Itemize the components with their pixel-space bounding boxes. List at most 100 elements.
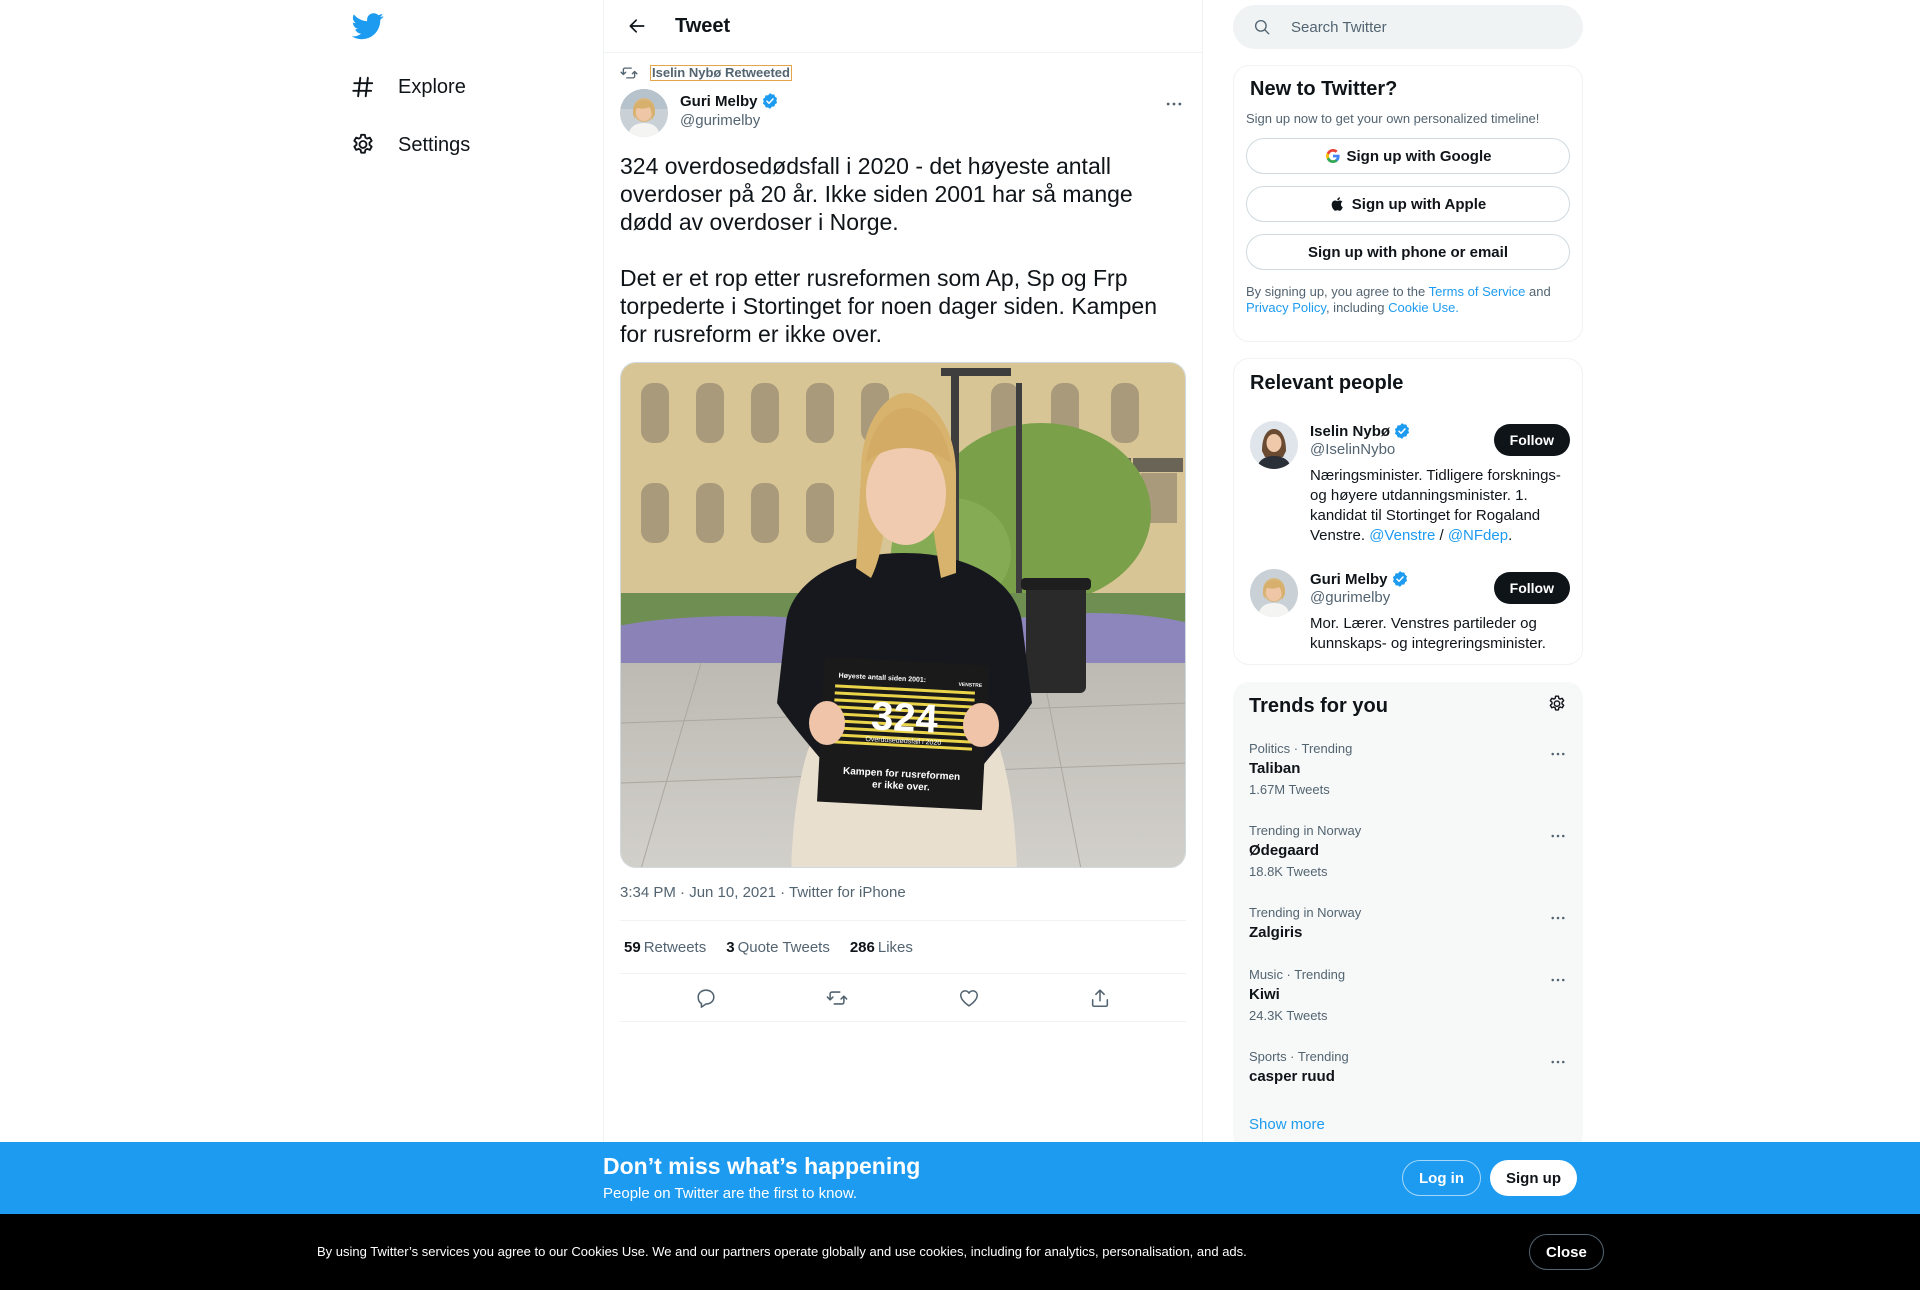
tweet-timestamp[interactable]: 3:34 PM · Jun 10, 2021 · Twitter for iPh… bbox=[620, 884, 906, 901]
terms-link[interactable]: Terms of Service bbox=[1429, 284, 1526, 299]
author-text: Guri Melby @gurimelby bbox=[680, 92, 779, 137]
back-button[interactable] bbox=[620, 9, 654, 43]
tweet-more-button[interactable] bbox=[1162, 92, 1186, 116]
more-dots-icon bbox=[1551, 916, 1565, 920]
nav-settings[interactable]: Settings bbox=[350, 125, 470, 165]
person-name[interactable]: Guri Melby bbox=[1310, 571, 1388, 588]
share-button[interactable] bbox=[1082, 980, 1118, 1016]
cookie-banner-text: By using Twitter’s services you agree to… bbox=[317, 1244, 1247, 1259]
trend-count: 1.67M Tweets bbox=[1249, 782, 1330, 797]
tweet-text: 324 overdosedødsfall i 2020 - det høyest… bbox=[620, 153, 1158, 347]
person-bio: Mor. Lærer. Venstres partileder og kunns… bbox=[1310, 615, 1546, 652]
person-card[interactable]: Iselin Nybø @IselinNybo Næringsminister.… bbox=[1250, 421, 1570, 551]
avatar[interactable] bbox=[1250, 421, 1298, 469]
quotes-count: 3 bbox=[726, 938, 735, 956]
privacy-link[interactable]: Privacy Policy bbox=[1246, 300, 1326, 315]
apple-icon bbox=[1331, 197, 1343, 211]
trend-category: Politics · Trending bbox=[1249, 741, 1353, 756]
likes-stat[interactable]: 286 Likes bbox=[850, 939, 913, 956]
trend-more-button[interactable] bbox=[1547, 1051, 1569, 1073]
tweet-author: Guri Melby @gurimelby bbox=[620, 89, 779, 137]
legal-text-2: and bbox=[1525, 284, 1551, 299]
more-dots-icon bbox=[1166, 102, 1182, 106]
trends-card: Trends for you Politics · Trending Talib… bbox=[1233, 682, 1583, 1152]
trend-category: Music · Trending bbox=[1249, 967, 1346, 982]
trend-name: casper ruud bbox=[1249, 1068, 1335, 1085]
nav-explore[interactable]: Explore bbox=[350, 67, 466, 107]
likes-count: 286 bbox=[849, 938, 875, 956]
signup-apple-label: Sign up with Apple bbox=[1351, 195, 1487, 213]
trend-item[interactable]: Politics · Trending Taliban 1.67M Tweets bbox=[1249, 741, 1569, 797]
bio-link-nfdep[interactable]: @NFdep bbox=[1448, 527, 1508, 544]
legal-text-3: , including bbox=[1325, 300, 1389, 315]
retweet-context: Iselin Nybø Retweeted bbox=[620, 64, 792, 82]
bio-separator: / bbox=[1435, 527, 1448, 544]
signup-button[interactable]: Sign up bbox=[1490, 1160, 1577, 1196]
bio-link-venstre[interactable]: @Venstre bbox=[1369, 527, 1435, 544]
quotes-label: Quote Tweets bbox=[737, 938, 830, 956]
retweet-button[interactable] bbox=[819, 980, 855, 1016]
avatar[interactable] bbox=[620, 89, 668, 137]
search-box[interactable] bbox=[1233, 5, 1583, 49]
trend-more-button[interactable] bbox=[1547, 969, 1569, 991]
retweet-icon bbox=[620, 67, 638, 79]
search-input[interactable] bbox=[1291, 18, 1551, 36]
trend-name: Kiwi bbox=[1249, 986, 1280, 1003]
main-header: Tweet bbox=[604, 0, 1202, 53]
gear-icon[interactable] bbox=[1547, 694, 1567, 714]
trend-name: Zalgiris bbox=[1249, 924, 1303, 941]
person-name[interactable]: Iselin Nybø bbox=[1310, 423, 1390, 440]
search-icon bbox=[1254, 19, 1270, 35]
cookie-close-button[interactable]: Close bbox=[1529, 1234, 1604, 1270]
trend-category: Trending in Norway bbox=[1249, 823, 1362, 838]
tweet-photo[interactable]: Høyeste antall siden 2001: VENSTRE 324 O… bbox=[620, 362, 1186, 868]
author-name[interactable]: Guri Melby bbox=[680, 93, 758, 110]
trend-more-button[interactable] bbox=[1547, 743, 1569, 765]
trend-category: Trending in Norway bbox=[1249, 905, 1362, 920]
signup-apple-button[interactable]: Sign up with Apple bbox=[1246, 186, 1570, 222]
follow-button[interactable]: Follow bbox=[1493, 572, 1570, 604]
verified-badge-icon bbox=[762, 93, 777, 109]
trend-item[interactable]: Trending in Norway Ødegaard 18.8K Tweets bbox=[1249, 823, 1569, 879]
sign-number: 324 bbox=[870, 694, 940, 741]
tweet-stats: 59 Retweets 3 Quote Tweets 286 Likes bbox=[620, 920, 1186, 974]
twitter-logo-icon[interactable] bbox=[351, 10, 384, 42]
more-dots-icon bbox=[1551, 1060, 1565, 1064]
likes-label: Likes bbox=[877, 938, 913, 956]
follow-button[interactable]: Follow bbox=[1493, 424, 1570, 456]
new-to-twitter-card: New to Twitter? Sign up now to get your … bbox=[1233, 65, 1583, 342]
trend-item[interactable]: Music · Trending Kiwi 24.3K Tweets bbox=[1249, 967, 1569, 1023]
sign-party: VENSTRE bbox=[958, 682, 983, 689]
quote-tweets-stat[interactable]: 3 Quote Tweets bbox=[726, 939, 830, 956]
retweeted-by-link[interactable]: Iselin Nybø Retweeted bbox=[650, 65, 792, 81]
main-column: Tweet Iselin Nybø Retweeted Guri Melby @… bbox=[603, 0, 1203, 1290]
retweets-stat[interactable]: 59 Retweets bbox=[624, 939, 706, 956]
google-icon bbox=[1325, 149, 1340, 163]
reply-button[interactable] bbox=[688, 980, 724, 1016]
share-icon bbox=[1092, 988, 1109, 1007]
gear-icon bbox=[353, 133, 373, 154]
avatar[interactable] bbox=[1250, 569, 1298, 617]
show-more-link[interactable]: Show more bbox=[1249, 1116, 1325, 1133]
heart-icon bbox=[959, 989, 978, 1007]
more-dots-icon bbox=[1551, 834, 1565, 838]
trends-title: Trends for you bbox=[1249, 695, 1388, 717]
author-handle[interactable]: @gurimelby bbox=[680, 112, 779, 129]
trend-item[interactable]: Sports · Trending casper ruud bbox=[1249, 1049, 1569, 1085]
cookie-link[interactable]: Cookie Use. bbox=[1388, 300, 1459, 315]
login-button[interactable]: Log in bbox=[1402, 1160, 1481, 1196]
relevant-people-card: Relevant people Iselin Nybø @IselinNybo … bbox=[1233, 358, 1583, 665]
signup-google-button[interactable]: Sign up with Google bbox=[1246, 138, 1570, 174]
nav-settings-label: Settings bbox=[398, 133, 471, 156]
trend-name: Taliban bbox=[1249, 760, 1301, 777]
like-button[interactable] bbox=[951, 980, 987, 1016]
trend-more-button[interactable] bbox=[1547, 907, 1569, 929]
retweets-label: Retweets bbox=[643, 938, 707, 956]
trend-item[interactable]: Trending in Norway Zalgiris bbox=[1249, 905, 1569, 941]
signup-banner-subtitle: People on Twitter are the first to know. bbox=[603, 1185, 858, 1202]
trend-more-button[interactable] bbox=[1547, 825, 1569, 847]
person-card[interactable]: Guri Melby @gurimelby Mor. Lærer. Venstr… bbox=[1250, 569, 1570, 654]
signup-phone-label: Sign up with phone or email bbox=[1307, 243, 1508, 261]
signup-phone-button[interactable]: Sign up with phone or email bbox=[1246, 234, 1570, 270]
verified-badge-icon bbox=[1394, 423, 1410, 439]
